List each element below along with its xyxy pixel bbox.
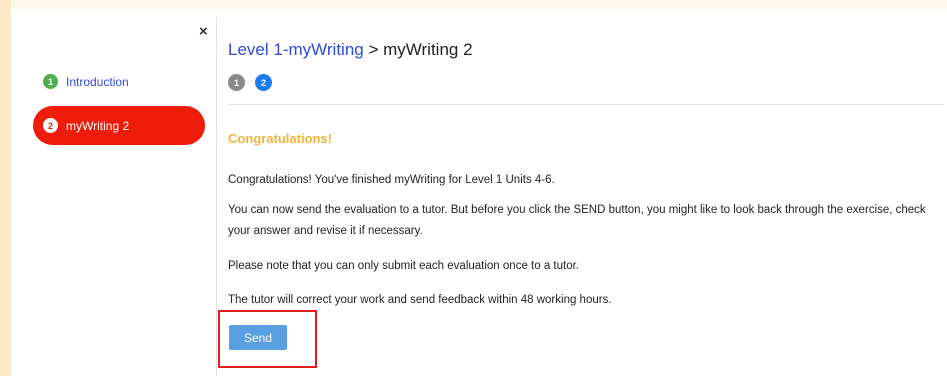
paragraph-finished: Congratulations! You've finished myWriti… [228,174,555,186]
breadcrumb-link[interactable]: Level 1-myWriting [228,40,364,59]
paragraph-send-instructions: You can now send the evaluation to a tut… [228,204,926,237]
paragraph-submit-note: Please note that you can only submit eac… [228,260,579,272]
breadcrumb: Level 1-myWriting > myWriting 2 [228,40,473,60]
send-button[interactable]: Send [229,325,287,350]
top-strip [0,0,947,9]
step-2-dot[interactable]: 2 [255,74,272,91]
breadcrumb-separator: > [363,40,384,59]
breadcrumb-current: myWriting 2 [383,40,473,59]
sidebar-item-mywriting-2[interactable]: 2 myWriting 2 [33,106,205,145]
sidebar-item-label: myWriting 2 [66,118,130,133]
page-title: Congratulations! [228,131,332,146]
sidebar-divider [216,17,217,376]
close-icon[interactable]: × [199,24,208,40]
step-number-badge: 1 [43,74,58,89]
paragraph-tutor-feedback: The tutor will correct your work and sen… [228,294,612,306]
sidebar-item-label: Introduction [66,74,129,89]
left-strip [0,0,11,376]
step-number-badge: 2 [43,118,58,133]
step-1-dot[interactable]: 1 [228,74,245,91]
sidebar-item-introduction[interactable]: 1 Introduction [43,74,129,89]
step-indicator: 1 2 [228,74,282,91]
header-divider [228,104,944,105]
